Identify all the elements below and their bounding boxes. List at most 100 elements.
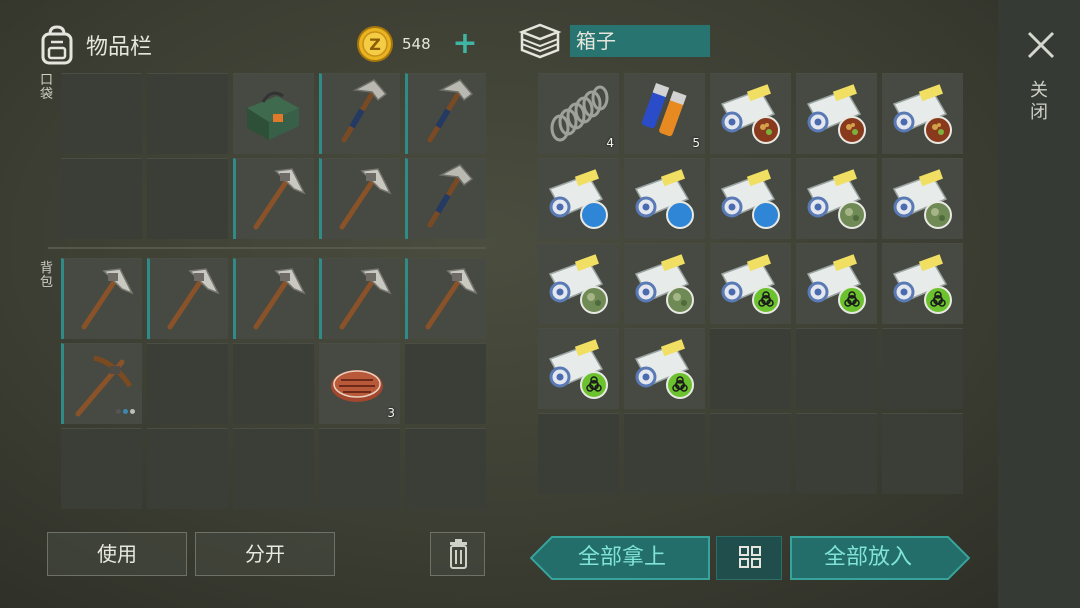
- backpack-slot[interactable]: [319, 258, 400, 339]
- pocket-slot[interactable]: [147, 158, 228, 239]
- pocket-slot[interactable]: [147, 73, 228, 154]
- box-slot[interactable]: [796, 328, 877, 409]
- put-all-button[interactable]: 全部放入: [790, 536, 970, 580]
- stone-pickaxe-icon: [167, 268, 220, 330]
- item-count: 5: [692, 136, 700, 150]
- svg-text:Z: Z: [369, 35, 381, 54]
- coin-amount: 548: [402, 35, 431, 53]
- backpack-slot[interactable]: [233, 343, 314, 424]
- backpack-slot[interactable]: [405, 343, 486, 424]
- blueprint-blue-icon: [720, 169, 780, 229]
- box-slot[interactable]: [882, 328, 963, 409]
- blueprint-meat-icon: [806, 84, 866, 144]
- sort-grid-button[interactable]: [716, 536, 782, 580]
- box-slot[interactable]: [882, 413, 963, 494]
- box-slot[interactable]: [710, 413, 791, 494]
- backpack-slot[interactable]: [319, 428, 400, 509]
- backpack-slot[interactable]: [147, 343, 228, 424]
- inventory-title: 物品栏: [86, 35, 153, 60]
- box-slot[interactable]: [710, 73, 791, 154]
- box-slot[interactable]: 5: [624, 73, 705, 154]
- box-slot[interactable]: [796, 158, 877, 239]
- box-slot[interactable]: [710, 243, 791, 324]
- backpack-slot[interactable]: [147, 428, 228, 509]
- pocket-slot[interactable]: [319, 73, 400, 154]
- blueprint-bio-icon: [720, 254, 780, 314]
- box-slot[interactable]: [538, 243, 619, 324]
- put-all-label: 全部放入: [824, 545, 913, 570]
- backpack-slot[interactable]: [61, 343, 142, 424]
- blueprint-camo-icon: [634, 254, 694, 314]
- box-slot[interactable]: [624, 328, 705, 409]
- stone-pickaxe-icon: [253, 168, 306, 230]
- box-slot[interactable]: [624, 158, 705, 239]
- blueprint-camo-icon: [548, 254, 608, 314]
- box-icon: [518, 23, 562, 59]
- box-slot[interactable]: [538, 158, 619, 239]
- pocket-slot[interactable]: [319, 158, 400, 239]
- steak-icon: [331, 370, 383, 402]
- backpack-slot[interactable]: [147, 258, 228, 339]
- box-slot[interactable]: [538, 328, 619, 409]
- backpack-slot[interactable]: 3: [319, 343, 400, 424]
- box-slot[interactable]: [882, 243, 963, 324]
- blueprint-meat-icon: [892, 84, 952, 144]
- backpack-slot[interactable]: [405, 258, 486, 339]
- box-slot[interactable]: [624, 413, 705, 494]
- blueprint-blue-icon: [634, 169, 694, 229]
- grid-icon: [739, 546, 761, 568]
- take-all-button[interactable]: 全部拿上: [530, 536, 710, 580]
- pocket-slot[interactable]: [405, 158, 486, 239]
- coin-icon: Z: [357, 26, 393, 62]
- spring-icon: [550, 85, 609, 142]
- inventory-header: 物品栏: [38, 22, 152, 68]
- backpack-slot[interactable]: [61, 258, 142, 339]
- pocket-slot[interactable]: [61, 158, 142, 239]
- stone-pickaxe-icon: [339, 268, 392, 330]
- close-label[interactable]: 关闭: [1030, 80, 1052, 124]
- pocket-slot[interactable]: [233, 158, 314, 239]
- backpack-slot[interactable]: [405, 428, 486, 509]
- close-icon[interactable]: [1024, 28, 1058, 62]
- backpack-slot[interactable]: [233, 258, 314, 339]
- box-slot[interactable]: [796, 413, 877, 494]
- blueprint-meat-icon: [720, 84, 780, 144]
- pocket-slot[interactable]: [61, 73, 142, 154]
- batteries-icon: [641, 82, 687, 137]
- box-header: 箱子: [518, 22, 710, 60]
- hammer-icon: [427, 79, 474, 143]
- backpack-label: 背包: [40, 261, 54, 290]
- trash-button[interactable]: [430, 532, 485, 576]
- box-slot[interactable]: [796, 73, 877, 154]
- box-slot[interactable]: [796, 243, 877, 324]
- box-slot[interactable]: [710, 328, 791, 409]
- hammer-icon: [341, 79, 388, 143]
- stone-pickaxe-icon: [81, 268, 134, 330]
- pocket-slot[interactable]: [405, 73, 486, 154]
- backpack-slot[interactable]: [233, 428, 314, 509]
- hammer-icon: [427, 164, 474, 228]
- box-slot[interactable]: 4: [538, 73, 619, 154]
- trash-icon: [450, 539, 467, 569]
- box-slot[interactable]: [882, 158, 963, 239]
- blueprint-blue-icon: [548, 169, 608, 229]
- pocket-slot[interactable]: [233, 73, 314, 154]
- plus-icon[interactable]: +: [452, 29, 478, 59]
- box-slot[interactable]: [710, 158, 791, 239]
- section-divider: [48, 247, 486, 249]
- pockets-label: 口袋: [40, 73, 54, 102]
- blueprint-bio-icon: [634, 339, 694, 399]
- box-slot[interactable]: [538, 413, 619, 494]
- item-count: 4: [606, 136, 614, 150]
- blueprint-bio-icon: [892, 254, 952, 314]
- blueprint-bio-icon: [806, 254, 866, 314]
- box-slot[interactable]: [624, 243, 705, 324]
- backpack-slot[interactable]: [61, 428, 142, 509]
- blueprint-camo-icon: [892, 169, 952, 229]
- split-button[interactable]: 分开: [195, 532, 335, 576]
- backpack-icon: [41, 25, 73, 65]
- box-slot[interactable]: [882, 73, 963, 154]
- stone-pickaxe-icon: [339, 168, 392, 230]
- blueprint-bio-icon: [548, 339, 608, 399]
- use-button[interactable]: 使用: [47, 532, 187, 576]
